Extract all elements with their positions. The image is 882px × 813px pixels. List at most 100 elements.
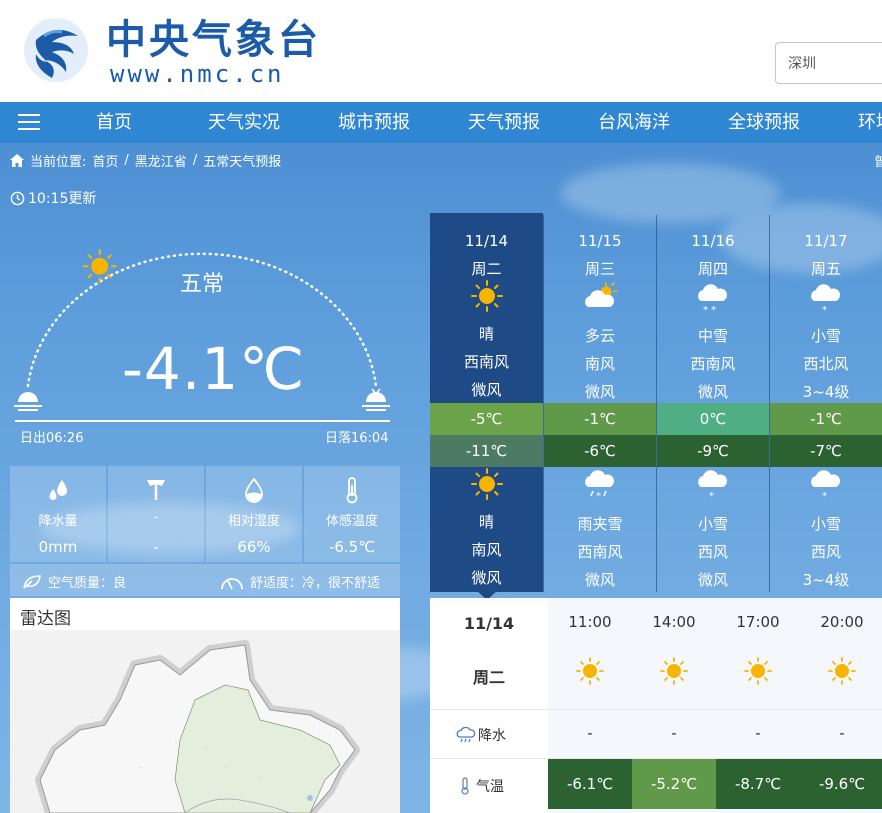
leaf-icon	[23, 574, 41, 589]
hourly-temp: -6.1℃	[548, 759, 632, 809]
gauge-icon	[221, 577, 243, 589]
sunset-icon	[362, 388, 390, 411]
humidity-drop-icon	[245, 477, 263, 503]
nav-item-city-forecast[interactable]: 城市预报	[338, 102, 410, 143]
svg-text:*: *	[596, 491, 601, 502]
hourly-temp: -9.6℃	[800, 759, 882, 809]
light-snow-icon: *	[811, 284, 840, 315]
breadcrumb: 当前位置: 首页 / 黑龙江省 / 五常天气预报	[10, 151, 281, 170]
hourly-temp: -8.7℃	[716, 759, 800, 809]
stat-wind: - -	[108, 466, 204, 562]
radar-map-image[interactable]: · · · · · ·	[10, 630, 400, 813]
sleet-icon: *	[585, 470, 614, 502]
sunny-icon	[744, 657, 772, 685]
svg-text:*: *	[709, 491, 714, 502]
stat-precipitation: 降水量 0mm	[10, 466, 106, 562]
hourly-precip: -	[671, 724, 677, 742]
hourly-precip: -	[587, 724, 593, 742]
moderate-snow-icon: * *	[698, 284, 727, 315]
temp-row-label: 气温	[460, 776, 504, 796]
forecast-high-temp: 0℃	[657, 403, 769, 435]
sunny-icon	[470, 280, 503, 312]
air-quality-text: 空气质量：良	[48, 576, 127, 591]
forecast-low-temp: -7℃	[770, 435, 882, 467]
forecast-day-1[interactable]: 11/14 周二 晴 西南风 微风 -5℃ -11℃ 晴 南风 微风	[430, 213, 543, 592]
forecast-high-temp: -1℃	[770, 403, 882, 435]
seven-day-forecast: 11/14 周二 晴 西南风 微风 -5℃ -11℃ 晴 南风 微风 11/15…	[430, 213, 882, 592]
current-temperature: -4.1℃	[122, 335, 306, 403]
nav-item-environment[interactable]: 环境	[858, 102, 882, 143]
site-header: 中央气象台 www.nmc.cn	[0, 0, 882, 102]
current-stats: 降水量 0mm - - 相对湿度 66% 体感温度 -6.5℃	[10, 466, 400, 562]
forecast-low-temp: -6℃	[544, 435, 656, 467]
sunrise-time: 日出06:26	[20, 431, 84, 446]
svg-text:·: ·	[90, 715, 92, 722]
forecast-day-2[interactable]: 11/15 周三 多云 南风 微风 -1℃ -6℃ * 雨夹雪 西南风 微风	[543, 215, 656, 592]
air-quality-bar: 空气质量：良 舒适度：冷，很不舒适	[10, 564, 400, 596]
hourly-time: 17:00	[736, 613, 780, 631]
stat-humidity: 相对湿度 66%	[206, 466, 302, 562]
menu-icon[interactable]	[18, 114, 40, 132]
hourly-time: 20:00	[820, 613, 864, 631]
forecast-day-4[interactable]: 11/17 周五 * 小雪 西北风 3~4级 -1℃ -7℃ * 小雪 西风 3…	[769, 215, 882, 592]
rain-cloud-icon	[456, 727, 476, 743]
breadcrumb-current: 五常天气预报	[203, 155, 282, 170]
sunny-icon	[660, 657, 688, 685]
sunny-icon	[828, 657, 856, 685]
svg-text:·: ·	[260, 775, 262, 782]
hourly-weekday: 周二	[472, 668, 505, 687]
forecast-day-3[interactable]: 11/16 周四 * * 中雪 西南风 微风 0℃ -9℃ * 小雪 西风 微风	[656, 215, 769, 592]
hourly-time: 14:00	[652, 613, 696, 631]
nav-item-weather-forecast[interactable]: 天气预报	[468, 102, 540, 143]
partly-cloudy-icon	[585, 282, 618, 307]
precip-row-label: 降水	[456, 725, 506, 745]
sunrise-icon	[14, 392, 42, 411]
nav-item-observation[interactable]: 天气实况	[208, 102, 280, 143]
wind-vane-icon	[147, 480, 165, 500]
hourly-time: 11:00	[568, 613, 612, 631]
breadcrumb-label: 当前位置:	[30, 155, 87, 170]
breadcrumb-right-text[interactable]: 曾	[874, 151, 882, 170]
current-sun-icon	[82, 249, 117, 284]
city-name: 五常	[180, 272, 225, 297]
thermometer-icon	[346, 477, 358, 504]
comfort-text: 舒适度：冷，很不舒适	[250, 576, 381, 591]
raindrops-icon	[49, 480, 67, 500]
site-url[interactable]: www.nmc.cn	[110, 60, 285, 88]
breadcrumb-home[interactable]: 首页	[92, 151, 118, 170]
hourly-precip: -	[839, 724, 845, 742]
svg-text:·: ·	[205, 745, 207, 752]
svg-text:·: ·	[225, 765, 227, 772]
hourly-date: 11/14	[463, 614, 515, 633]
forecast-low-temp: -9℃	[657, 435, 769, 467]
svg-text:·: ·	[175, 740, 177, 747]
hourly-temp: -5.2℃	[632, 759, 716, 809]
main-nav: 首页 天气实况 城市预报 天气预报 台风海洋 全球预报 环境	[0, 102, 882, 143]
sun-path-arc	[14, 249, 390, 422]
sunny-icon	[470, 468, 503, 500]
forecast-low-temp: -11℃	[430, 435, 543, 467]
light-snow-icon: *	[811, 470, 840, 502]
radar-panel: 雷达图 · · · · · ·	[10, 598, 400, 813]
home-icon[interactable]	[10, 154, 24, 167]
stat-feels-like: 体感温度 -6.5℃	[304, 466, 400, 562]
svg-text:* *: * *	[703, 305, 716, 315]
nav-item-global[interactable]: 全球预报	[728, 102, 800, 143]
breadcrumb-province[interactable]: 黑龙江省	[135, 151, 187, 170]
thermometer-icon	[461, 777, 469, 795]
clock-icon	[10, 191, 25, 205]
hourly-precip: -	[755, 724, 761, 742]
svg-text:*: *	[822, 305, 827, 315]
hourly-forecast: 11/14 周二 11:00 14:00 17:00 20:00 降水 - - …	[430, 598, 882, 813]
nav-item-typhoon[interactable]: 台风海洋	[598, 102, 670, 143]
update-time: 10:15更新	[10, 188, 96, 208]
city-search-input[interactable]	[775, 42, 882, 84]
nmc-logo-icon[interactable]	[22, 16, 90, 84]
nav-item-home[interactable]: 首页	[96, 102, 132, 143]
forecast-high-temp: -5℃	[430, 403, 543, 435]
sunny-icon	[576, 657, 604, 685]
light-snow-icon: *	[698, 470, 727, 502]
svg-text:·: ·	[140, 765, 142, 772]
forecast-high-temp: -1℃	[544, 403, 656, 435]
site-title[interactable]: 中央气象台	[106, 16, 321, 64]
